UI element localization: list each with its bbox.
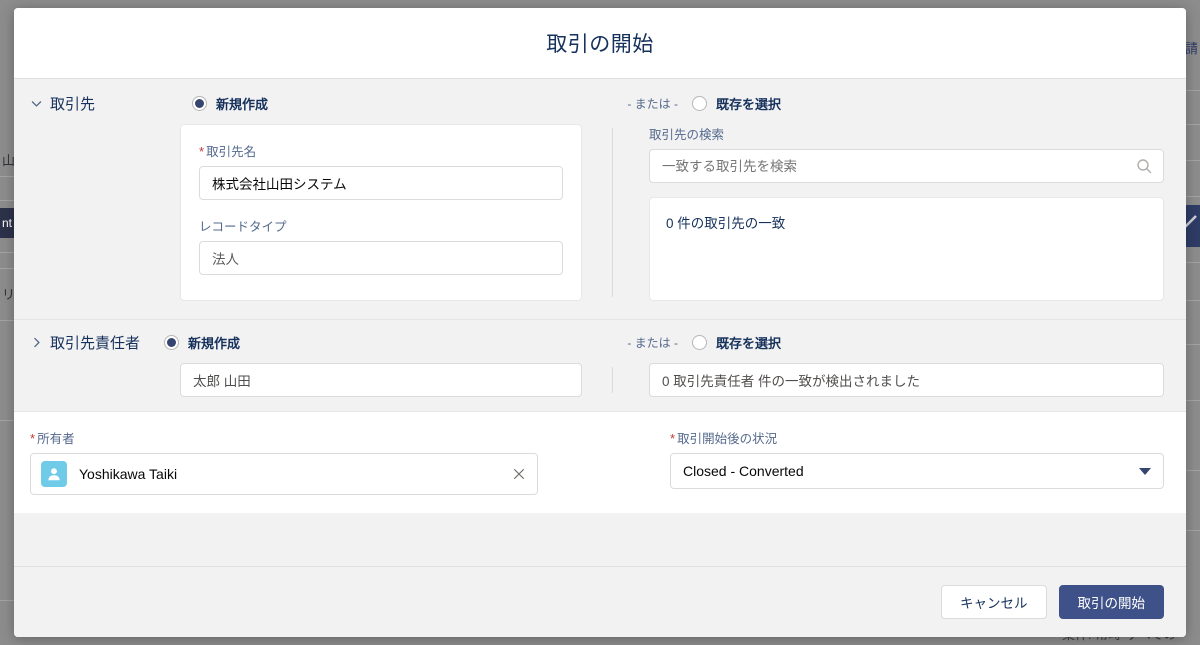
account-or-label: - または - [627,97,678,111]
account-new-card: *取引先名 レコードタイプ [180,124,582,301]
account-search-label: 取引先の検索 [649,128,725,142]
contact-existing-column [613,363,1186,397]
account-new-column: *取引先名 レコードタイプ [30,124,612,301]
bottom-fields: * 所有者 Yoshikawa Taiki * 取引開始後の状況 Closed … [14,412,1186,513]
required-indicator: * [670,431,676,446]
owner-label: * 所有者 [30,431,75,446]
contact-columns [14,363,1186,397]
account-existing-radio[interactable]: 既存を選択 [692,94,1186,113]
contact-section: 取引先責任者 新規作成 - または - 既存を選択 [14,320,1186,412]
account-search-input[interactable] [649,149,1164,183]
account-search-box [649,149,1164,183]
required-indicator: * [30,431,36,446]
radio-icon-selected [164,335,180,350]
cancel-button[interactable]: キャンセル [941,585,1047,619]
chevron-right-icon[interactable] [30,336,50,349]
radio-icon-unselected [692,96,707,111]
contact-matches-input[interactable] [649,363,1164,397]
status-select-value: Closed - Converted [683,463,804,479]
page-title: 取引の開始 [546,33,654,56]
owner-field-group: * 所有者 Yoshikawa Taiki [30,428,670,495]
account-name-input[interactable] [199,166,563,200]
status-select[interactable]: Closed - Converted [670,453,1164,489]
status-field-group: * 取引開始後の状況 Closed - Converted [670,428,1186,495]
modal-header: 取引の開始 [14,8,1186,79]
owner-value: Yoshikawa Taiki [79,466,178,482]
modal-footer: キャンセル 取引の開始 [14,566,1186,637]
record-type-input[interactable] [199,241,563,275]
contact-or-label: - または - [627,336,678,350]
account-search-results: 0 件の取引先の一致 [649,197,1164,301]
account-section: 取引先 新規作成 - または - 既存を選択 * 取引先名 株式会社山田システム… [14,79,1186,320]
status-label: * 取引開始後の状況 [670,431,778,446]
record-type-label: レコードタイプ [199,220,287,234]
close-icon[interactable] [509,464,529,484]
background-text-snippet-right: 請 [1184,41,1198,56]
radio-icon-selected [192,96,207,111]
contact-new-radio-label: 新規作成 [188,336,241,351]
contact-section-label: 取引先責任者 [50,335,141,352]
account-columns: *取引先名 レコードタイプ 取引先の検索 [14,124,1186,301]
account-section-label: 取引先 [50,96,96,113]
contact-existing-radio[interactable]: 既存を選択 [692,333,1186,352]
convert-lead-modal: 取引の開始 取引先 新規作成 - または - 既存を選択 * 取引先名 株式会社… [14,8,1186,637]
account-name-label: * 取引先名 [199,144,257,159]
contact-new-column [30,363,612,397]
account-existing-column: 取引先の検索 0 件の取引先の一致 [613,124,1186,301]
account-new-radio[interactable]: 新規作成 [192,94,268,113]
account-section-header: 取引先 新規作成 - または - 既存を選択 [14,93,1186,114]
radio-icon-unselected [692,335,707,350]
submit-convert-button[interactable]: 取引の開始 [1058,585,1164,619]
chevron-down-icon[interactable] [30,97,50,110]
account-existing-radio-label: 既存を選択 [716,97,782,112]
account-new-radio-label: 新規作成 [216,97,269,112]
user-avatar-icon [41,461,67,487]
owner-lookup[interactable]: Yoshikawa Taiki [30,453,538,495]
contact-new-radio[interactable]: 新規作成 [164,333,240,352]
required-indicator: * [199,144,205,159]
contact-existing-radio-label: 既存を選択 [716,336,782,351]
modal-body: 取引先 新規作成 - または - 既存を選択 * 取引先名 株式会社山田システム… [14,79,1186,566]
contact-section-header: 取引先責任者 新規作成 - または - 既存を選択 [14,332,1186,353]
contact-name-input[interactable] [180,363,582,397]
status-select-wrap: Closed - Converted [670,453,1164,489]
